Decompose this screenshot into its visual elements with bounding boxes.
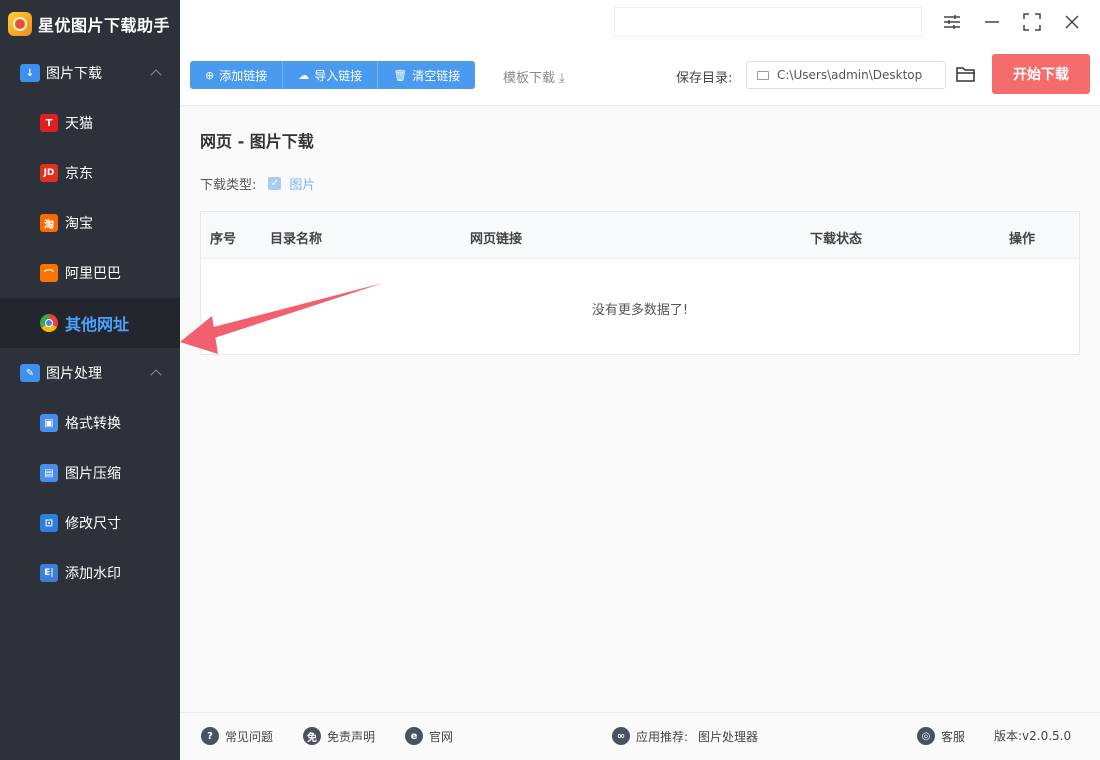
taobao-icon: 淘 [40,214,58,232]
question-icon: ? [201,727,219,745]
sidebar-item-label: 淘宝 [65,216,93,232]
download-arrow-icon: ⤓ [555,71,565,86]
import-link-button[interactable]: ☁ 导入链接 [283,61,379,89]
sidebar: 星优图片下载助手 ↓ 图片下载 T 天猫 JD 京东 淘 淘宝 ⌒ 阿里巴巴 其… [0,0,180,760]
group-label: 图片处理 [46,366,102,382]
compress-icon: ▤ [40,464,58,482]
trash-icon: 🗑 [393,68,408,82]
alibaba-icon: ⌒ [40,264,58,282]
col-status: 下载状态 [810,232,863,247]
col-page-link: 网页链接 [470,232,523,247]
chrome-icon [40,314,58,332]
group-image-download[interactable]: ↓ 图片下载 [0,48,180,98]
table-header: 序号 目录名称 网页链接 下载状态 操作 [201,212,1079,259]
download-type-value: 图片 [289,178,316,193]
sidebar-item-watermark[interactable]: E| 添加水印 [0,548,180,598]
sidebar-item-label: 京东 [65,166,93,182]
import-link-label: 导入链接 [314,68,363,83]
support-icon: ◎ [917,727,935,745]
sidebar-item-label: 天猫 [65,116,93,132]
cloud-upload-icon: ☁ [298,68,310,82]
toolbar: ⊕ 添加链接 ☁ 导入链接 🗑 清空链接 模板下载 ⤓ 保存目录: C:\Use… [180,48,1100,106]
minimize-icon[interactable] [980,10,1004,34]
folder-small-icon [757,70,769,80]
image-edit-group-icon: ✎ [20,364,40,382]
save-dir-label: 保存目录: [676,71,733,86]
watermark-icon: E| [40,564,58,582]
sidebar-item-label: 阿里巴巴 [65,266,121,282]
add-link-button[interactable]: ⊕ 添加链接 [190,61,284,89]
folder-open-icon[interactable] [955,63,977,85]
format-convert-icon: ▣ [40,414,58,432]
download-table: 序号 目录名称 网页链接 下载状态 操作 没有更多数据了! [200,211,1080,355]
website-label: 官网 [429,729,454,744]
template-download-link[interactable]: 模板下载 ⤓ [503,67,565,86]
save-dir-field[interactable]: C:\Users\admin\Desktop [746,61,946,89]
title-search-field[interactable] [614,7,922,37]
faq-label: 常见问题 [225,729,274,744]
image-type-checkbox[interactable]: ✓ [268,177,282,190]
disclaimer-icon: 免 [303,727,321,745]
sidebar-item-taobao[interactable]: 淘 淘宝 [0,198,180,248]
tmall-icon: T [40,114,58,132]
brand: 星优图片下载助手 [0,0,180,48]
resize-icon: ⊡ [40,514,58,532]
save-dir-value: C:\Users\admin\Desktop [777,68,923,82]
add-link-label: 添加链接 [219,68,268,83]
clear-link-button[interactable]: 🗑 清空链接 [378,61,476,89]
website-link[interactable]: e 官网 [405,727,453,745]
fullscreen-icon[interactable] [1020,10,1044,34]
app-title: 星优图片下载助手 [38,16,171,35]
clear-link-label: 清空链接 [412,68,461,83]
disclaimer-label: 免责声明 [327,729,376,744]
jd-icon: JD [40,164,58,182]
group-label: 图片下载 [46,66,102,82]
group-image-processing[interactable]: ✎ 图片处理 [0,348,180,398]
chevron-up-icon[interactable] [150,69,162,81]
version-label: 版本:v2.0.5.0 [994,729,1072,743]
sidebar-item-label: 格式转换 [65,416,121,432]
download-group-icon: ↓ [20,64,40,82]
app-logo-icon [8,12,32,36]
recommend-link[interactable]: ∞ 应用推荐: 图片处理器 [612,727,758,745]
template-download-label: 模板下载 [503,71,556,86]
footer: ? 常见问题 免 免责声明 e 官网 ∞ 应用推荐: 图片处理器 ◎ 客服 版本… [180,712,1100,760]
support-link[interactable]: ◎ 客服 [917,727,965,745]
sidebar-item-label: 图片压缩 [65,466,121,482]
col-index: 序号 [210,232,237,247]
download-type-row: 下载类型: ✓ 图片 [200,174,315,193]
col-actions: 操作 [1009,232,1036,247]
plus-circle-icon: ⊕ [205,68,215,82]
download-type-label: 下载类型: [200,178,257,193]
sidebar-item-other-sites[interactable]: 其他网址 [0,298,180,348]
close-icon[interactable] [1060,10,1084,34]
ie-icon: e [405,727,423,745]
sidebar-item-label: 其他网址 [65,315,130,334]
sidebar-item-label: 添加水印 [65,566,121,582]
sidebar-item-tmall[interactable]: T 天猫 [0,98,180,148]
version-text: 版本:v2.0.5.0 [994,727,1071,744]
recommend-value: 图片处理器 [698,729,759,744]
sidebar-item-alibaba[interactable]: ⌒ 阿里巴巴 [0,248,180,298]
faq-link[interactable]: ? 常见问题 [201,727,273,745]
recommend-label: 应用推荐: [636,729,689,744]
disclaimer-link[interactable]: 免 免责声明 [303,727,375,745]
support-label: 客服 [941,729,966,744]
sidebar-item-resize[interactable]: ⊡ 修改尺寸 [0,498,180,548]
link-icon: ∞ [612,727,630,745]
sidebar-item-compress[interactable]: ▤ 图片压缩 [0,448,180,498]
titlebar [180,0,1100,48]
sidebar-item-format-convert[interactable]: ▣ 格式转换 [0,398,180,448]
start-download-button[interactable]: 开始下载 [992,54,1090,94]
page-title: 网页 - 图片下载 [200,132,314,151]
chevron-up-icon[interactable] [150,369,162,381]
col-dir-name: 目录名称 [270,232,323,247]
sidebar-item-label: 修改尺寸 [65,516,121,532]
empty-message: 没有更多数据了! [591,303,689,318]
settings-sliders-icon[interactable] [940,10,964,34]
link-button-group: ⊕ 添加链接 ☁ 导入链接 🗑 清空链接 [190,61,476,89]
sidebar-item-jd[interactable]: JD 京东 [0,148,180,198]
